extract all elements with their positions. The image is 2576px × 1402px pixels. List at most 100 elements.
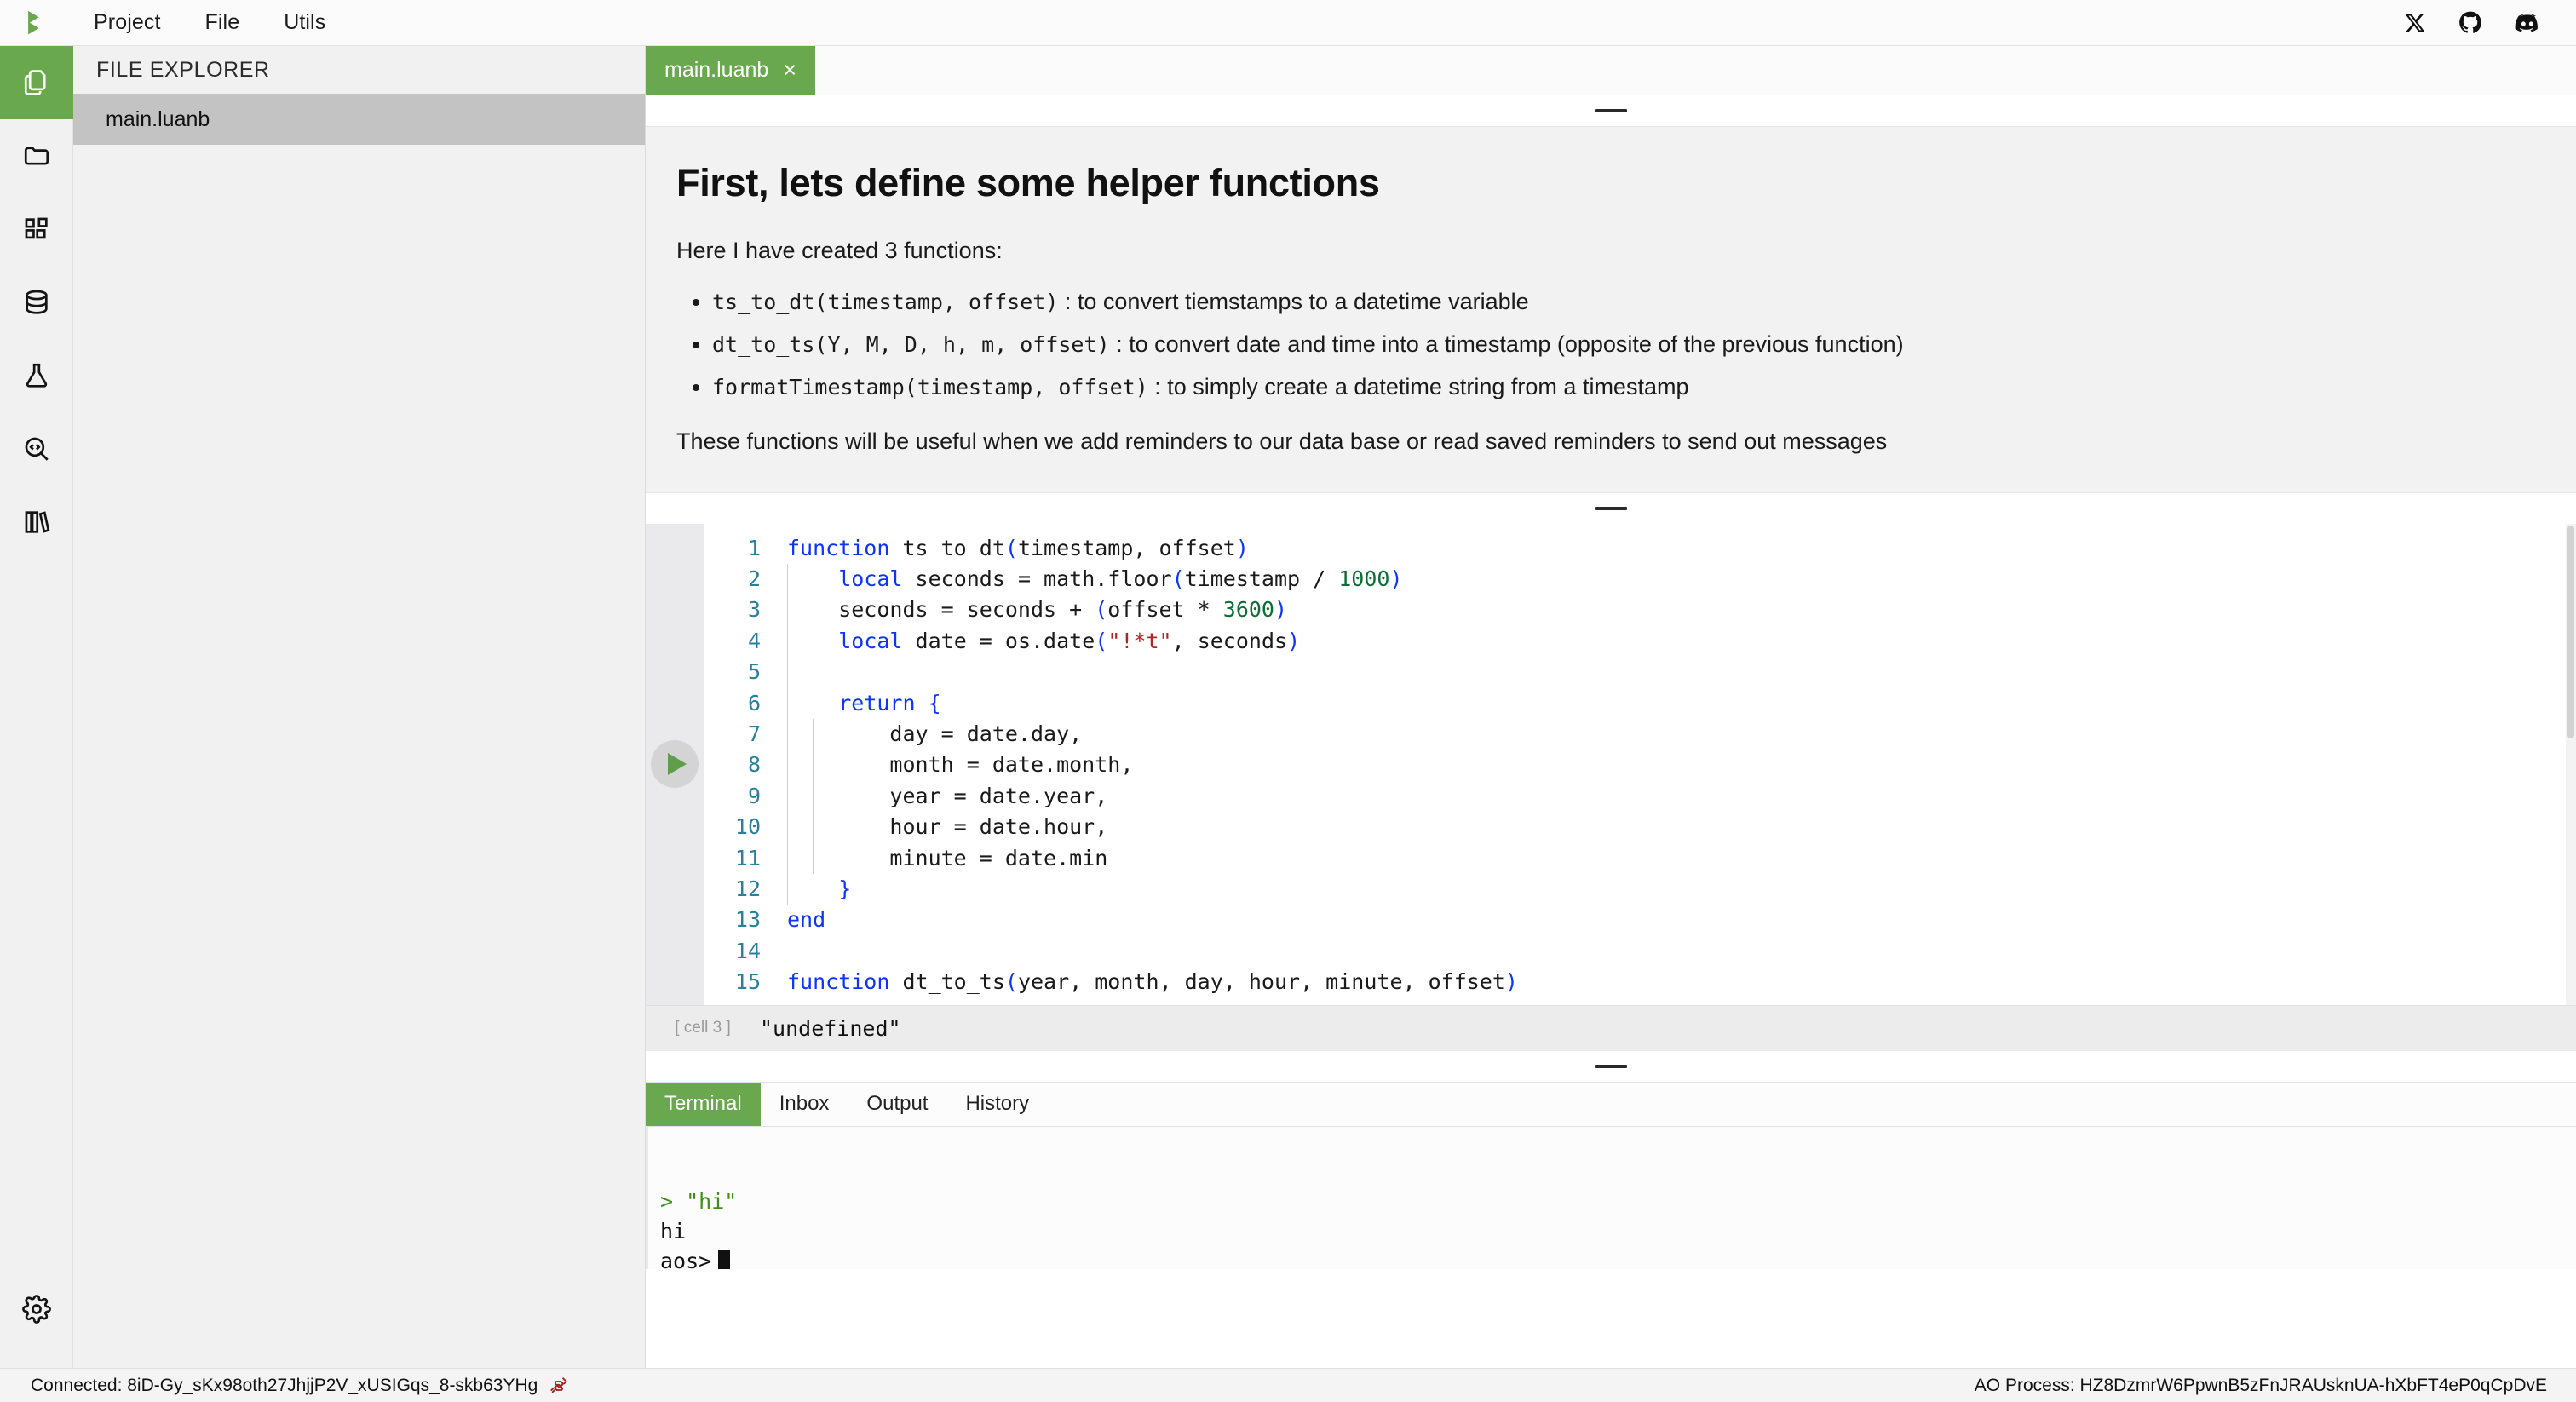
- tab-terminal[interactable]: Terminal: [646, 1082, 761, 1126]
- code-token: "!*t": [1107, 628, 1172, 653]
- gear-icon: [22, 1295, 51, 1324]
- terminal-view[interactable]: > "hi" hi aos>: [646, 1126, 2576, 1269]
- line-content: return {: [774, 687, 941, 719]
- cell-output-tag: [ cell 3 ]: [675, 1019, 731, 1037]
- markdown-heading: First, lets define some helper functions: [676, 161, 1380, 204]
- x-twitter-icon[interactable]: [2404, 12, 2426, 34]
- files-icon: [24, 70, 46, 95]
- line-content: seconds = seconds + (offset * 3600): [774, 595, 1287, 626]
- indent-guide: [787, 595, 788, 626]
- code-token: local: [838, 566, 903, 591]
- code-token: (: [1095, 628, 1108, 653]
- markdown-function-list: ts_to_dt(timestamp, offset) : to convert…: [676, 286, 2547, 403]
- function-signature: ts_to_dt(timestamp, offset): [712, 290, 1059, 314]
- social-links: [2404, 10, 2576, 36]
- code-line: 5: [704, 657, 2576, 688]
- rail-item-flask[interactable]: [0, 339, 73, 412]
- line-content: local date = os.date("!*t", seconds): [774, 625, 1300, 658]
- markdown-cell-body: First, lets define some helper functions…: [646, 161, 2576, 455]
- run-cell-button[interactable]: [651, 740, 699, 789]
- rail-item-files[interactable]: [0, 46, 73, 119]
- code-line: 3 seconds = seconds + (offset * 3600): [704, 595, 2576, 626]
- code-search-icon: [25, 437, 49, 461]
- code-line: 7 day = date.day,: [704, 718, 2576, 750]
- function-description: : to convert date and time into a timest…: [1109, 331, 1904, 358]
- code-token: dt_to_ts: [902, 969, 1005, 995]
- menu-item-project[interactable]: Project: [94, 10, 161, 35]
- menu-item-utils[interactable]: Utils: [284, 10, 325, 35]
- code-token: day = date.day,: [787, 721, 1083, 746]
- line-number: 3: [747, 597, 761, 623]
- indent-guide: [813, 718, 814, 750]
- app-logo[interactable]: [0, 0, 73, 46]
- line-number: 7: [747, 721, 761, 746]
- rail-item-code-search[interactable]: [0, 412, 73, 486]
- unplug-icon[interactable]: [549, 1376, 568, 1395]
- code-token: ): [1389, 566, 1403, 591]
- code-token: end: [787, 907, 826, 933]
- line-number: 5: [747, 659, 761, 685]
- code-line: 9 year = date.year,: [704, 780, 2576, 813]
- code-token: 3600: [1222, 597, 1274, 623]
- code-line: 13 end: [704, 905, 2576, 935]
- line-number: 8: [747, 752, 761, 778]
- tab-history[interactable]: History: [946, 1083, 1048, 1126]
- close-icon[interactable]: ×: [783, 59, 796, 82]
- rail-bottom: [0, 1273, 73, 1346]
- code-token: 1000: [1338, 566, 1390, 591]
- indent-guide: [787, 842, 788, 874]
- file-item-main-luanb[interactable]: main.luanb: [73, 94, 645, 145]
- terminal-prompt-line[interactable]: aos>: [648, 1246, 2576, 1269]
- line-number: 4: [747, 628, 761, 653]
- tab-inbox[interactable]: Inbox: [761, 1083, 848, 1126]
- line-content: function ts_to_dt(timestamp, offset): [774, 533, 1249, 564]
- code-token: }: [838, 876, 852, 901]
- code-line: 2 local seconds = math.floor(timestamp /…: [704, 563, 2576, 595]
- line-number: 13: [734, 907, 761, 933]
- discord-icon[interactable]: [2515, 10, 2540, 36]
- code-editor[interactable]: 1 function ts_to_dt(timestamp, offset) 2 l…: [704, 523, 2576, 1005]
- indent-guide: [813, 780, 814, 813]
- rail-item-folder[interactable]: [0, 119, 73, 192]
- file-explorer-panel: FILE EXPLORER main.luanb: [73, 46, 646, 1368]
- panel-drag-handle[interactable]: [646, 1050, 2576, 1082]
- code-token: {: [928, 690, 941, 715]
- cell-drag-handle-middle[interactable]: [646, 492, 2576, 524]
- ao-process-status: AO Process: HZ8DzmrW6PpwnB5zFnJRAUsknUA-…: [1974, 1375, 2547, 1395]
- play-logo-icon: [28, 10, 39, 34]
- rail-item-blocks[interactable]: [0, 192, 73, 266]
- list-item: ts_to_dt(timestamp, offset) : to convert…: [712, 286, 2547, 317]
- indent-guide: [813, 842, 814, 874]
- scrollbar-thumb[interactable]: [2567, 525, 2574, 738]
- code-token: (: [1004, 535, 1018, 560]
- line-number: 14: [734, 938, 761, 963]
- code-token: timestamp, offset: [1017, 535, 1236, 560]
- code-line: 14: [704, 936, 2576, 967]
- rail-item-library[interactable]: [0, 486, 73, 559]
- rail-item-database[interactable]: [0, 266, 73, 339]
- line-number: 2: [747, 566, 761, 591]
- tab-main-luanb[interactable]: main.luanb ×: [646, 46, 816, 95]
- rail-item-settings[interactable]: [0, 1273, 73, 1346]
- library-icon: [25, 511, 49, 533]
- notebook: First, lets define some helper functions…: [646, 95, 2576, 1368]
- code-scrollbar[interactable]: [2566, 523, 2576, 1005]
- github-icon[interactable]: [2458, 11, 2482, 35]
- line-content: year = date.year,: [774, 780, 1107, 813]
- cell-output-value: "undefined": [760, 1015, 901, 1041]
- markdown-cell[interactable]: First, lets define some helper functions…: [646, 126, 2576, 493]
- markdown-intro: Here I have created 3 functions:: [676, 238, 1003, 263]
- code-token: seconds = math.floor: [902, 566, 1172, 591]
- indent-guide: [787, 812, 788, 843]
- line-number: 11: [734, 845, 761, 871]
- line-content: hour = date.hour,: [774, 812, 1107, 843]
- code-token: timestamp /: [1184, 566, 1339, 591]
- menu-item-file[interactable]: File: [205, 10, 240, 35]
- cell-drag-handle-top[interactable]: [646, 95, 2576, 126]
- tab-output[interactable]: Output: [848, 1083, 946, 1126]
- status-bar-left: Connected: 8iD-Gy_sKx98oth27JhjjP2V_xUSI…: [31, 1376, 568, 1396]
- line-content: day = date.day,: [774, 718, 1083, 750]
